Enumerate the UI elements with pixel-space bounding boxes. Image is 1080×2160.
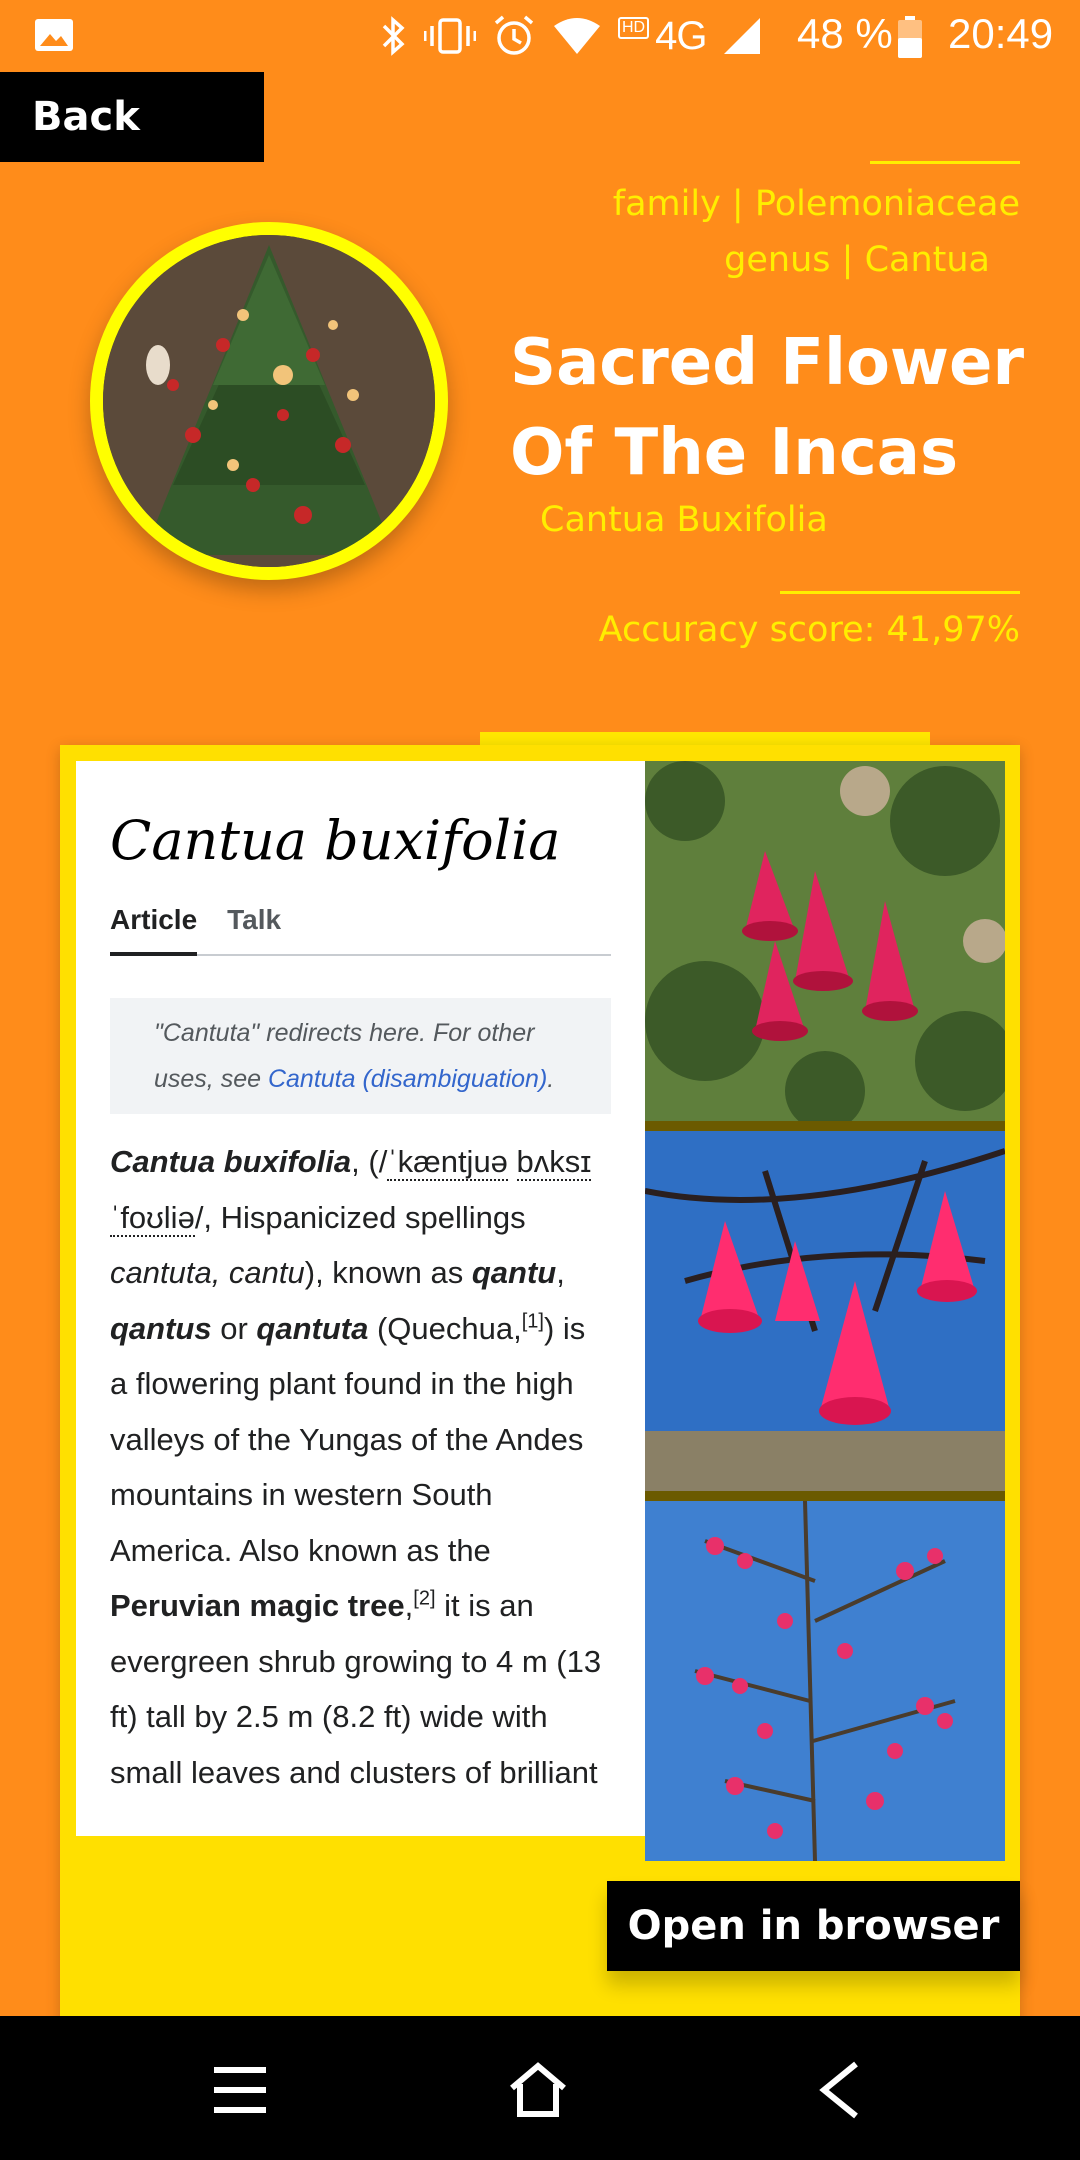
signal-icon	[724, 18, 761, 54]
vibrate-icon	[424, 18, 476, 54]
flower-photo[interactable]	[645, 1131, 1005, 1491]
wiki-tabs: Article Talk	[110, 900, 611, 956]
reference-link[interactable]: [1]	[522, 1310, 544, 1332]
ipa-link[interactable]: ˈkæntjuə	[387, 1144, 508, 1181]
hd-badge: HD	[618, 17, 650, 39]
battery-percent: 48 %	[797, 10, 893, 57]
flower-photo[interactable]	[645, 1501, 1005, 1861]
italic-text: cantuta, cantu	[110, 1255, 305, 1290]
wiki-article-text: Cantua buxifolia, (/ˈkæntjuə bʌksɪˈfoʊli…	[110, 1134, 611, 1800]
wiki-preview[interactable]: Cantua buxifolia Article Talk "Cantuta" …	[76, 761, 645, 1836]
bold-term: Peruvian magic tree	[110, 1588, 405, 1623]
wiki-card: Cantua buxifolia Article Talk "Cantuta" …	[60, 745, 1020, 2035]
text: ,	[404, 1588, 414, 1623]
hatnote: "Cantuta" redirects here. For other uses…	[110, 998, 611, 1114]
plant-common-name: Sacred Flower Of The Incas	[510, 326, 1024, 490]
plant-scientific-name: Cantua Buxifolia	[540, 500, 828, 540]
reference-link[interactable]: [2]	[413, 1588, 435, 1610]
battery-icon	[898, 16, 922, 58]
genus-label: genus | Cantua	[724, 240, 990, 280]
wiki-title: Cantua buxifolia	[110, 809, 561, 872]
text: ) is a flowering plant found in the high…	[110, 1310, 586, 1568]
network-type: 4G	[655, 13, 707, 58]
clock: 20:49	[948, 10, 1054, 57]
alarm-icon	[494, 15, 534, 55]
text: or	[211, 1310, 257, 1346]
status-icons: HD 4G	[380, 12, 762, 60]
hatnote-end: .	[547, 1065, 555, 1093]
divider	[870, 161, 1020, 164]
tab-article[interactable]: Article	[110, 900, 198, 956]
text: ), known as	[304, 1255, 472, 1290]
bold-term: qantuta	[256, 1310, 369, 1346]
navigation-bar	[0, 2016, 1080, 2160]
menu-icon[interactable]	[210, 2060, 270, 2120]
bluetooth-icon	[382, 16, 405, 56]
back-button[interactable]: Back	[0, 72, 264, 162]
text: /, Hispanicized spellings	[194, 1199, 526, 1235]
accuracy-score: Accuracy score: 41,97%	[598, 610, 1020, 650]
open-in-browser-button[interactable]: Open in browser	[607, 1881, 1020, 1971]
photo-divider	[645, 1491, 1005, 1501]
divider	[780, 591, 1020, 594]
flower-photo[interactable]	[645, 761, 1005, 1121]
tab-talk[interactable]: Talk	[227, 900, 281, 954]
photo-divider	[645, 1121, 1005, 1131]
identified-photo	[103, 235, 435, 567]
photo-strip	[645, 761, 1005, 1861]
status-bar: HD 4G 48 % 20:49	[0, 0, 1080, 72]
text: (Quechua,	[368, 1310, 522, 1346]
bold-term: qantus	[110, 1310, 212, 1346]
wifi-icon	[554, 18, 600, 54]
text: ,	[556, 1255, 565, 1290]
identified-photo-frame	[90, 222, 448, 580]
text: , (/	[351, 1144, 388, 1179]
gallery-icon	[35, 19, 73, 51]
home-icon[interactable]	[508, 2060, 568, 2120]
bold-term: qantu	[471, 1255, 557, 1290]
disambiguation-link[interactable]: Cantuta (disambiguation)	[268, 1065, 547, 1093]
family-label: family | Polemoniaceae	[612, 184, 1020, 224]
back-nav-icon[interactable]	[810, 2060, 870, 2120]
bold-term: Cantua buxifolia	[110, 1144, 352, 1179]
